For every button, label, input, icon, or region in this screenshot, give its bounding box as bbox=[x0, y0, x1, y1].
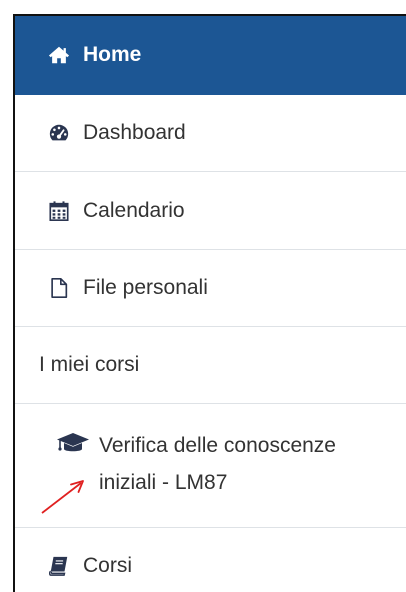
home-icon bbox=[48, 44, 70, 66]
file-icon bbox=[48, 277, 70, 299]
nav-item-course-lm87[interactable]: Verifica delle conoscenze iniziali - LM8… bbox=[15, 404, 406, 528]
nav-item-home[interactable]: Home bbox=[15, 16, 406, 95]
nav-item-label: Home bbox=[83, 43, 142, 66]
nav-item-files[interactable]: File personali bbox=[15, 250, 406, 327]
nav-item-label: Verifica delle conoscenze iniziali - LM8… bbox=[99, 427, 336, 501]
nav-list: Home Dashboard Calendario File personali… bbox=[15, 16, 406, 592]
nav-item-courses[interactable]: Corsi bbox=[15, 528, 406, 592]
nav-item-dashboard[interactable]: Dashboard bbox=[15, 95, 406, 172]
calendar-icon bbox=[48, 200, 70, 222]
nav-item-label: Calendario bbox=[83, 198, 185, 222]
dashboard-icon bbox=[48, 122, 70, 144]
navigation-drawer: Home Dashboard Calendario File personali… bbox=[13, 14, 406, 592]
course-title-line-2: iniziali - LM87 bbox=[99, 471, 228, 494]
graduation-cap-icon bbox=[55, 432, 91, 454]
nav-item-label: File personali bbox=[83, 276, 208, 299]
course-title-line-1: Verifica delle conoscenze bbox=[99, 434, 336, 457]
nav-item-calendar[interactable]: Calendario bbox=[15, 172, 406, 250]
nav-section-my-courses: I miei corsi bbox=[15, 327, 406, 404]
nav-item-label: Dashboard bbox=[83, 121, 186, 144]
nav-item-label: Corsi bbox=[83, 554, 133, 577]
book-icon bbox=[48, 555, 70, 577]
section-heading: I miei corsi bbox=[39, 353, 140, 376]
